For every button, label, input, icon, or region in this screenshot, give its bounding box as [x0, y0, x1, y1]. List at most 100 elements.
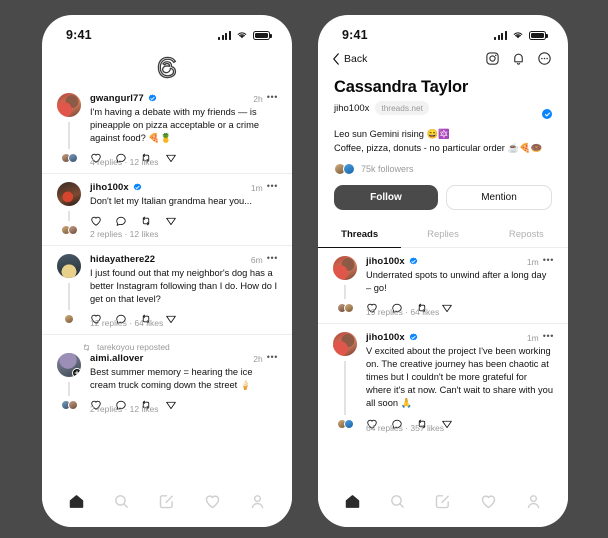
- post-more-options-icon[interactable]: •••: [267, 93, 278, 103]
- repost-label[interactable]: tarekoyou reposted: [97, 342, 170, 352]
- feed-post[interactable]: tarekoyou reposted aimi.allover 2h ••• B…: [42, 335, 292, 420]
- profile-feed-list: jiho100x 1m ••• Underrated spots to unwi…: [318, 248, 568, 438]
- nav-search-icon[interactable]: [113, 493, 130, 510]
- nav-activity-icon[interactable]: [204, 493, 221, 510]
- avatar[interactable]: [333, 256, 357, 281]
- post-text: Underrated spots to unwind after a long …: [366, 269, 547, 293]
- followers-row[interactable]: 75k followers: [334, 163, 552, 176]
- tab-threads[interactable]: Threads: [318, 222, 402, 249]
- reply-icon[interactable]: [115, 215, 127, 227]
- post-meta-text[interactable]: 19 replies · 64 likes: [366, 307, 439, 317]
- post-username[interactable]: jiho100x: [366, 332, 405, 343]
- thread-connector-line: [68, 283, 70, 311]
- verified-badge-icon: [541, 108, 553, 120]
- thread-connector-line: [344, 361, 346, 415]
- avatar[interactable]: [333, 332, 357, 357]
- post-text: Don't let my Italian grandma hear you...: [90, 195, 252, 206]
- post-timestamp: 2h: [253, 353, 263, 364]
- post-more-options-icon[interactable]: •••: [267, 353, 278, 363]
- avatar[interactable]: [57, 353, 81, 378]
- repost-icon[interactable]: [140, 215, 152, 227]
- back-button[interactable]: Back: [332, 53, 367, 65]
- avatar-column: [56, 182, 82, 237]
- reply-avatars: [60, 400, 78, 412]
- post-meta-text[interactable]: 2 replies · 12 likes: [90, 229, 159, 239]
- share-icon[interactable]: [165, 215, 177, 227]
- nav-search-icon[interactable]: [389, 493, 406, 510]
- post-meta-text[interactable]: 4 replies · 12 likes: [90, 157, 159, 167]
- repost-icon: [83, 343, 90, 351]
- profile-bio: Leo sun Gemini rising 😄🔯 Coffee, pizza, …: [334, 128, 552, 155]
- feed-post[interactable]: jiho100x 1m ••• Don't let my Italian gra…: [42, 174, 292, 247]
- nav-profile-icon[interactable]: [525, 493, 542, 510]
- feed-post[interactable]: gwangurl77 2h ••• I'm having a debate wi…: [42, 85, 292, 175]
- post-username[interactable]: aimi.allover: [90, 353, 143, 364]
- avatar-column: [56, 254, 82, 326]
- post-header: hidayathere22 6m •••: [90, 254, 278, 266]
- avatar[interactable]: [57, 254, 81, 279]
- instagram-icon[interactable]: [485, 51, 500, 66]
- post-username[interactable]: hidayathere22: [90, 254, 155, 265]
- post-text: V excited about the project I've been wo…: [366, 345, 553, 409]
- feed-post[interactable]: hidayathere22 6m ••• I just found out th…: [42, 246, 292, 336]
- post-username[interactable]: gwangurl77: [90, 93, 144, 104]
- battery-icon: [253, 30, 272, 40]
- follow-button[interactable]: Follow: [334, 185, 438, 211]
- profile-bio-line-2: Coffee, pizza, donuts - no particular or…: [334, 142, 543, 153]
- post-more-options-icon[interactable]: •••: [543, 332, 554, 342]
- share-icon[interactable]: [165, 399, 177, 411]
- share-icon[interactable]: [165, 313, 177, 325]
- wifi-icon: [237, 32, 247, 39]
- bell-icon[interactable]: [511, 51, 526, 66]
- phone-left-feed: 9:41 gwangurl77 2h ••• I'm having a deba…: [42, 15, 292, 527]
- post-username[interactable]: jiho100x: [366, 256, 405, 267]
- like-icon[interactable]: [90, 215, 102, 227]
- feed-post[interactable]: jiho100x 1m ••• V excited about the proj…: [318, 324, 568, 439]
- profile-domain-chip[interactable]: threads.net: [375, 101, 429, 115]
- post-username[interactable]: jiho100x: [90, 182, 129, 193]
- post-meta-text[interactable]: 2 replies · 12 likes: [90, 404, 159, 414]
- post-more-options-icon[interactable]: •••: [267, 182, 278, 192]
- profile-avatar[interactable]: [510, 78, 553, 120]
- share-icon[interactable]: [165, 152, 177, 164]
- nav-profile-icon[interactable]: [249, 493, 266, 510]
- post-text: I just found out that my neighbor's dog …: [90, 267, 278, 305]
- bottom-nav-right: [318, 481, 568, 527]
- status-icons: [217, 30, 272, 40]
- tab-replies[interactable]: Replies: [401, 222, 484, 247]
- threads-logo-icon: [157, 56, 176, 78]
- nav-compose-icon[interactable]: [434, 493, 451, 510]
- nav-compose-icon[interactable]: [158, 493, 175, 510]
- nav-home-icon[interactable]: [344, 493, 361, 510]
- repost-header: tarekoyou reposted: [56, 335, 278, 353]
- avatar[interactable]: [57, 93, 81, 117]
- post-meta-text[interactable]: 64 replies · 357 likes: [366, 423, 444, 433]
- tab-reposts[interactable]: Reposts: [485, 222, 568, 247]
- nav-home-icon[interactable]: [68, 493, 85, 510]
- add-badge-icon[interactable]: [72, 368, 81, 378]
- nav-activity-icon[interactable]: [480, 493, 497, 510]
- screenshot-stage: 9:41 gwangurl77 2h ••• I'm having a deba…: [0, 0, 608, 538]
- more-options-icon[interactable]: [537, 51, 552, 66]
- avatar-column: [56, 93, 82, 165]
- status-time: 9:41: [342, 28, 368, 42]
- share-icon[interactable]: [441, 302, 453, 314]
- mention-button[interactable]: Mention: [446, 185, 552, 211]
- status-bar-left: 9:41: [42, 15, 292, 49]
- phone-right-profile: 9:41 Back Cassandra Taylor jiho100x thre…: [318, 15, 568, 527]
- avatar[interactable]: [57, 182, 81, 207]
- post-text: I'm having a debate with my friends — is…: [90, 106, 259, 143]
- post-more-options-icon[interactable]: •••: [267, 254, 278, 264]
- feed-list: gwangurl77 2h ••• I'm having a debate wi…: [42, 85, 292, 420]
- status-icons: [493, 30, 548, 40]
- threads-logo[interactable]: [42, 49, 292, 85]
- followers-count: 75k followers: [361, 164, 414, 175]
- feed-post[interactable]: jiho100x 1m ••• Underrated spots to unwi…: [318, 248, 568, 325]
- post-more-options-icon[interactable]: •••: [543, 256, 554, 266]
- thread-connector-line: [68, 382, 70, 397]
- profile-action-buttons: Follow Mention: [334, 185, 552, 211]
- back-label: Back: [344, 52, 368, 65]
- reply-avatars: [60, 153, 78, 165]
- verified-badge-icon: [409, 333, 418, 341]
- post-meta-text[interactable]: 12 replies · 64 likes: [90, 318, 163, 328]
